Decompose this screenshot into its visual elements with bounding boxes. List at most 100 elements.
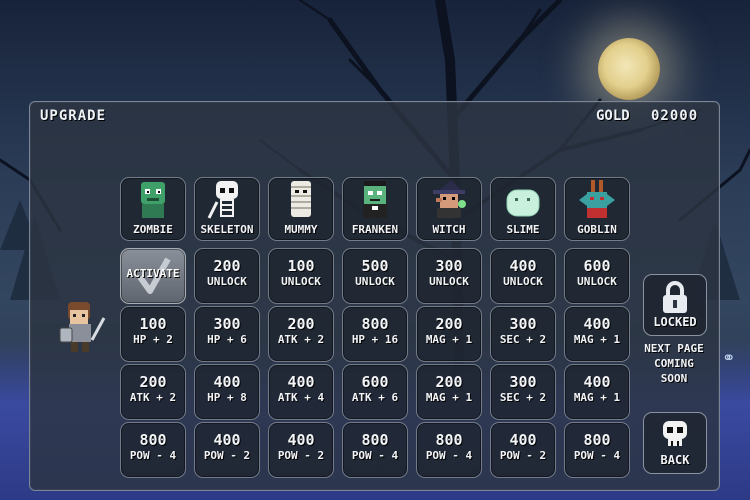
franken-icon [363, 181, 387, 218]
upgrade-button[interactable]: 600 ATK + 6 [342, 364, 408, 420]
monster-mummy[interactable]: MUMMY [268, 177, 334, 241]
cost-value: 400 [509, 257, 537, 275]
next-page-notice: NEXT PAGE COMING SOON [633, 341, 715, 386]
stat-label: POW - 4 [573, 449, 621, 462]
lock-icon [663, 281, 687, 313]
locked-next-page-button[interactable]: LOCKED [643, 274, 707, 336]
skull-icon [663, 421, 687, 446]
back-button[interactable]: BACK [643, 412, 707, 474]
stat-label: POW - 2 [203, 449, 251, 462]
stat-label: SEC + 2 [499, 391, 547, 404]
upgrade-button[interactable]: 400 POW - 2 [194, 422, 260, 478]
cost-value: 400 [583, 315, 611, 333]
cost-value: 200 [139, 373, 167, 391]
unlock-label: UNLOCK [207, 275, 247, 288]
cost-value: 100 [139, 315, 167, 333]
monster-name: FRANKEN [351, 223, 399, 236]
monster-zombie[interactable]: ZOMBIE [120, 177, 186, 241]
next-page-line: NEXT PAGE [644, 342, 704, 355]
slime-icon [506, 189, 540, 217]
unlock-label: UNLOCK [429, 275, 469, 288]
witch-icon [433, 180, 466, 218]
cost-value: 800 [361, 431, 389, 449]
cost-value: 400 [213, 431, 241, 449]
stat-label: POW - 2 [277, 449, 325, 462]
monster-name: SKELETON [200, 223, 254, 236]
monster-name: WITCH [432, 223, 466, 236]
stat-label: HP + 6 [207, 333, 247, 346]
upgrade-button[interactable]: 400 ATK + 4 [268, 364, 334, 420]
hero-knight-sprite [59, 302, 106, 352]
soon-line: SOON [660, 372, 688, 385]
upgrade-button[interactable]: 800 POW - 4 [416, 422, 482, 478]
upgrade-button[interactable]: 400 POW - 2 [268, 422, 334, 478]
upgrade-button[interactable]: 200 MAG + 1 [416, 364, 482, 420]
upgrade-button[interactable]: 300 SEC + 2 [490, 364, 556, 420]
gold-amount: 02000 [651, 108, 699, 124]
upgrade-button[interactable]: 100 HP + 2 [120, 306, 186, 362]
upgrade-button[interactable]: 800 POW - 4 [342, 422, 408, 478]
cost-value: 400 [509, 431, 537, 449]
unlock-label: UNLOCK [503, 275, 543, 288]
unlock-button-skeleton[interactable]: 200 UNLOCK [194, 248, 260, 304]
stat-label: POW - 2 [499, 449, 547, 462]
stat-label: HP + 16 [351, 333, 399, 346]
monster-skeleton[interactable]: SKELETON [194, 177, 260, 241]
unlock-button-witch[interactable]: 300 UNLOCK [416, 248, 482, 304]
unlock-button-goblin[interactable]: 600 UNLOCK [564, 248, 630, 304]
upgrade-button[interactable]: 400 MAG + 1 [564, 306, 630, 362]
page-title: UPGRADE [40, 108, 107, 124]
upgrade-button[interactable]: 400 HP + 8 [194, 364, 260, 420]
locked-label: LOCKED [653, 315, 697, 329]
unlock-label: UNLOCK [281, 275, 321, 288]
cost-value: 600 [361, 373, 389, 391]
cost-value: 800 [361, 315, 389, 333]
unlock-label: UNLOCK [355, 275, 395, 288]
monster-name: SLIME [506, 223, 540, 236]
mummy-icon [291, 181, 311, 217]
skeleton-icon [207, 181, 238, 219]
upgrade-button[interactable]: 200 MAG + 1 [416, 306, 482, 362]
stat-label: ATK + 4 [277, 391, 325, 404]
cost-value: 100 [287, 257, 315, 275]
upgrade-button[interactable]: 300 SEC + 2 [490, 306, 556, 362]
cost-value: 400 [287, 373, 315, 391]
upgrade-button[interactable]: 200 ATK + 2 [120, 364, 186, 420]
cost-value: 300 [213, 315, 241, 333]
monster-name: MUMMY [284, 223, 318, 236]
stat-label: ATK + 2 [129, 391, 177, 404]
stat-label: MAG + 1 [573, 333, 621, 346]
unlock-button-slime[interactable]: 400 UNLOCK [490, 248, 556, 304]
activate-button[interactable]: ACTIVATE [120, 248, 186, 304]
upgrade-button[interactable]: 400 POW - 2 [490, 422, 556, 478]
cost-value: 400 [287, 431, 315, 449]
coming-line: COMING [654, 357, 694, 370]
stat-label: MAG + 1 [425, 391, 473, 404]
cost-value: 300 [435, 257, 463, 275]
gold-label: GOLD [596, 108, 630, 124]
stat-label: HP + 2 [133, 333, 173, 346]
cost-value: 800 [583, 431, 611, 449]
unlock-button-mummy[interactable]: 100 UNLOCK [268, 248, 334, 304]
upgrade-button[interactable]: 800 POW - 4 [120, 422, 186, 478]
monster-witch[interactable]: WITCH [416, 177, 482, 241]
monster-franken[interactable]: FRANKEN [342, 177, 408, 241]
upgrade-button[interactable]: 800 POW - 4 [564, 422, 630, 478]
monster-slime[interactable]: SLIME [490, 177, 556, 241]
monster-goblin[interactable]: GOBLIN [564, 177, 630, 241]
stat-label: MAG + 1 [573, 391, 621, 404]
zombie-icon [141, 182, 165, 218]
unlock-button-franken[interactable]: 500 UNLOCK [342, 248, 408, 304]
monster-name: ZOMBIE [133, 223, 173, 236]
cost-value: 200 [213, 257, 241, 275]
cost-value: 800 [139, 431, 167, 449]
cost-value: 200 [435, 373, 463, 391]
upgrade-button[interactable]: 300 HP + 6 [194, 306, 260, 362]
upgrade-button[interactable]: 200 ATK + 2 [268, 306, 334, 362]
stat-label: ATK + 6 [351, 391, 399, 404]
stat-label: POW - 4 [129, 449, 177, 462]
upgrade-button[interactable]: 400 MAG + 1 [564, 364, 630, 420]
chain-link-decoration: ⚭ [722, 348, 736, 367]
stat-label: MAG + 1 [425, 333, 473, 346]
upgrade-button[interactable]: 800 HP + 16 [342, 306, 408, 362]
